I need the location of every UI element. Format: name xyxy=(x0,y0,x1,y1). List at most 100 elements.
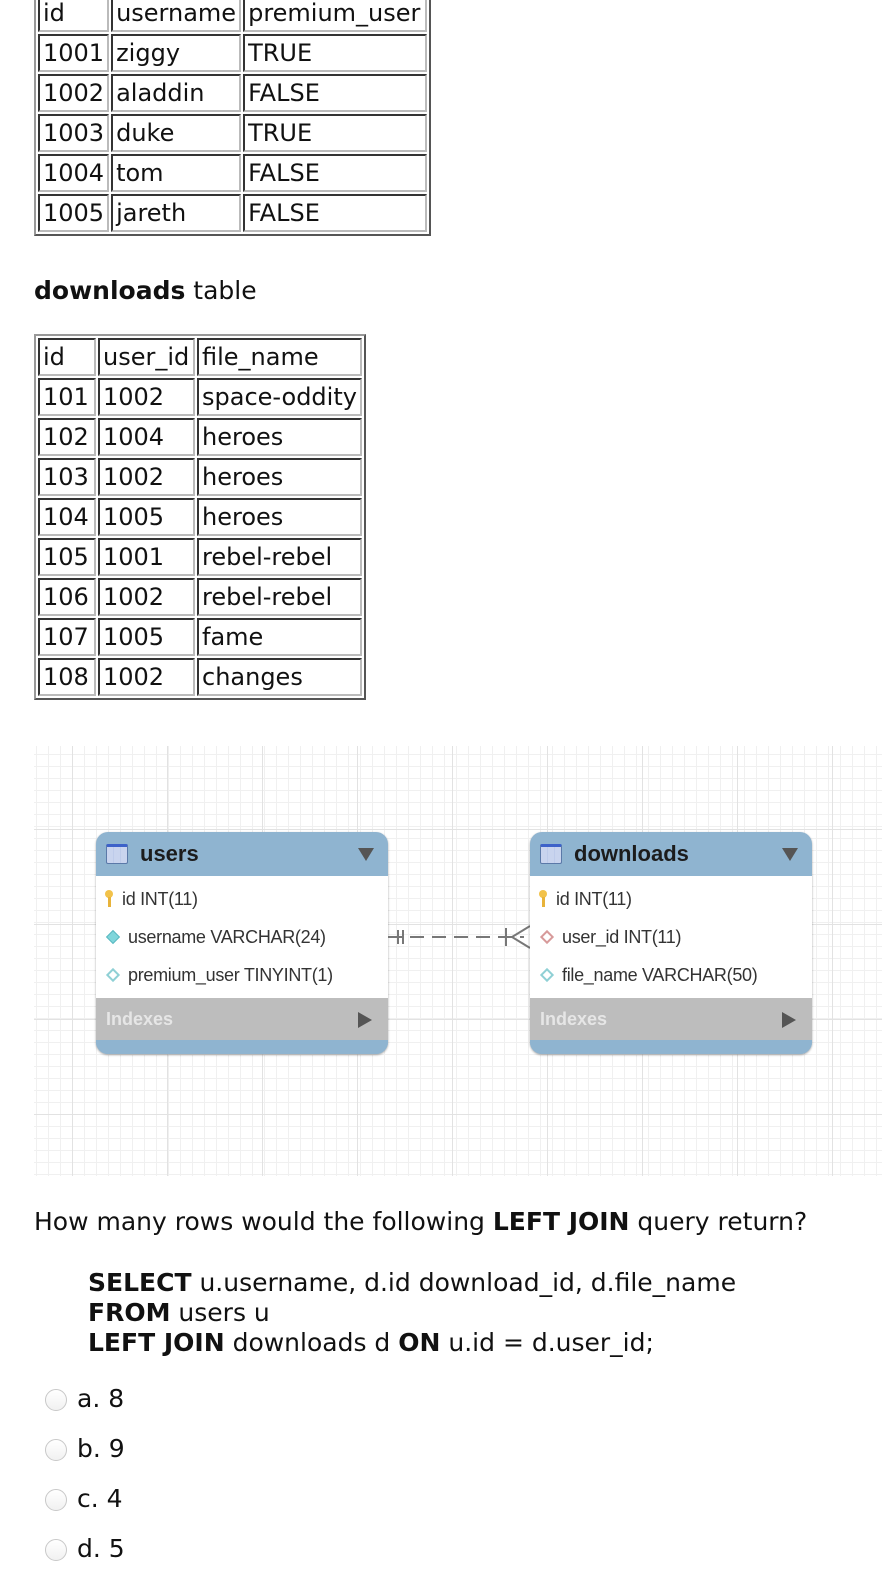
column-label: username VARCHAR(24) xyxy=(128,926,326,947)
hollow-diamond-icon xyxy=(105,967,121,983)
table-cell: heroes xyxy=(197,458,362,496)
radio-button[interactable] xyxy=(45,1488,67,1511)
table-cell: 1004 xyxy=(98,418,195,456)
table-cell: fame xyxy=(197,618,362,656)
table-cell: 1002 xyxy=(98,378,195,416)
table-cell: tom xyxy=(111,154,242,192)
sql-keyword: FROM xyxy=(88,1298,171,1327)
entity-column: file_name VARCHAR(50) xyxy=(530,956,812,994)
table-row: 1003 duke TRUE xyxy=(38,114,428,152)
option-letter: d. xyxy=(77,1533,101,1563)
table-cell: 101 xyxy=(38,378,96,416)
column-label: id INT(11) xyxy=(556,888,632,909)
er-diagram: users id INT(11) username VARCHAR(24) pr… xyxy=(34,746,882,1176)
expand-arrow-icon[interactable] xyxy=(782,1012,796,1028)
entity-users: users id INT(11) username VARCHAR(24) pr… xyxy=(96,832,388,1054)
table-row: 1002 aladdin FALSE xyxy=(38,74,428,112)
table-cell: TRUE xyxy=(243,34,428,72)
table-cell: space-oddity xyxy=(197,378,362,416)
entity-footer xyxy=(96,1040,388,1054)
table-row: 108 1002 changes xyxy=(38,658,362,696)
entity-header: downloads xyxy=(530,832,812,876)
table-row: 1005 jareth FALSE xyxy=(38,194,428,232)
option-c[interactable]: c. 4 xyxy=(40,1473,125,1523)
option-letter: c. xyxy=(77,1483,99,1513)
option-letter: a. xyxy=(77,1383,101,1413)
question-bold: LEFT JOIN xyxy=(492,1207,630,1236)
table-cell: heroes xyxy=(197,418,362,456)
sql-line-select: SELECT u.username, d.id download_id, d.f… xyxy=(88,1268,736,1298)
option-letter: b. xyxy=(77,1433,101,1463)
table-cell: jareth xyxy=(111,194,242,232)
collapse-arrow-icon[interactable] xyxy=(358,848,374,861)
entity-column: user_id INT(11) xyxy=(530,918,812,956)
entity-footer xyxy=(530,1040,812,1054)
table-cell: 1005 xyxy=(38,194,110,232)
indexes-label: Indexes xyxy=(106,1008,174,1029)
filled-diamond-icon xyxy=(105,929,121,945)
option-value: 5 xyxy=(108,1533,125,1563)
option-b[interactable]: b. 9 xyxy=(40,1423,125,1473)
entity-title: users xyxy=(140,841,199,866)
sql-keyword: ON xyxy=(398,1328,441,1357)
entity-column: id INT(11) xyxy=(530,880,812,918)
table-cell: 1003 xyxy=(38,114,110,152)
table-header-row: id username premium_user xyxy=(38,0,428,32)
downloads-table-heading: downloads table xyxy=(34,276,257,305)
table-cell: heroes xyxy=(197,498,362,536)
question-text: How many rows would the following LEFT J… xyxy=(34,1207,807,1236)
table-cell: 1002 xyxy=(38,74,110,112)
entity-downloads: downloads id INT(11) user_id INT(11) fil… xyxy=(530,832,812,1054)
header-cell: id xyxy=(38,0,110,32)
indexes-section[interactable]: Indexes xyxy=(96,998,388,1040)
users-data-table: id username premium_user 1001 ziggy TRUE… xyxy=(34,0,432,236)
table-row: 103 1002 heroes xyxy=(38,458,362,496)
entity-column: username VARCHAR(24) xyxy=(96,918,388,956)
sql-text: downloads d xyxy=(224,1328,399,1357)
table-cell: 1004 xyxy=(38,154,110,192)
table-cell: 1005 xyxy=(98,618,195,656)
table-cell: 1005 xyxy=(98,498,195,536)
table-cell: 1002 xyxy=(98,578,195,616)
header-cell: user_id xyxy=(98,338,195,376)
table-cell: FALSE xyxy=(243,74,428,112)
entity-columns: id INT(11) user_id INT(11) file_name VAR… xyxy=(530,876,812,998)
table-cell: FALSE xyxy=(243,154,428,192)
table-cell: 108 xyxy=(38,658,96,696)
table-row: 105 1001 rebel-rebel xyxy=(38,538,362,576)
column-label: file_name VARCHAR(50) xyxy=(562,964,758,985)
table-cell: changes xyxy=(197,658,362,696)
indexes-section[interactable]: Indexes xyxy=(530,998,812,1040)
table-row: 106 1002 rebel-rebel xyxy=(38,578,362,616)
table-row: 102 1004 heroes xyxy=(38,418,362,456)
expand-arrow-icon[interactable] xyxy=(358,1012,372,1028)
header-cell: premium_user xyxy=(243,0,428,32)
table-cell: FALSE xyxy=(243,194,428,232)
radio-button[interactable] xyxy=(45,1438,67,1461)
table-cell: 105 xyxy=(38,538,96,576)
table-row: 1004 tom FALSE xyxy=(38,154,428,192)
table-cell: 1002 xyxy=(98,658,195,696)
entity-column: premium_user TINYINT(1) xyxy=(96,956,388,994)
sql-text: u.username, d.id download_id, d.file_nam… xyxy=(191,1268,737,1297)
answer-options: a. 8 b. 9 c. 4 d. 5 xyxy=(40,1373,125,1573)
option-a[interactable]: a. 8 xyxy=(40,1373,125,1423)
table-cell: 103 xyxy=(38,458,96,496)
foreign-key-diamond-icon xyxy=(539,929,555,945)
table-cell: 106 xyxy=(38,578,96,616)
table-icon xyxy=(540,844,562,864)
indexes-label: Indexes xyxy=(540,1008,608,1029)
table-row: 1001 ziggy TRUE xyxy=(38,34,428,72)
entity-columns: id INT(11) username VARCHAR(24) premium_… xyxy=(96,876,388,998)
radio-button[interactable] xyxy=(45,1388,67,1411)
entity-header: users xyxy=(96,832,388,876)
option-d[interactable]: d. 5 xyxy=(40,1523,125,1573)
table-cell: 107 xyxy=(38,618,96,656)
entity-column: id INT(11) xyxy=(96,880,388,918)
sql-text: u.id = d.user_id; xyxy=(440,1328,654,1357)
radio-button[interactable] xyxy=(45,1538,67,1561)
collapse-arrow-icon[interactable] xyxy=(782,848,798,861)
sql-query: SELECT u.username, d.id download_id, d.f… xyxy=(88,1268,736,1358)
heading-rest: table xyxy=(185,276,257,305)
header-cell: id xyxy=(38,338,96,376)
